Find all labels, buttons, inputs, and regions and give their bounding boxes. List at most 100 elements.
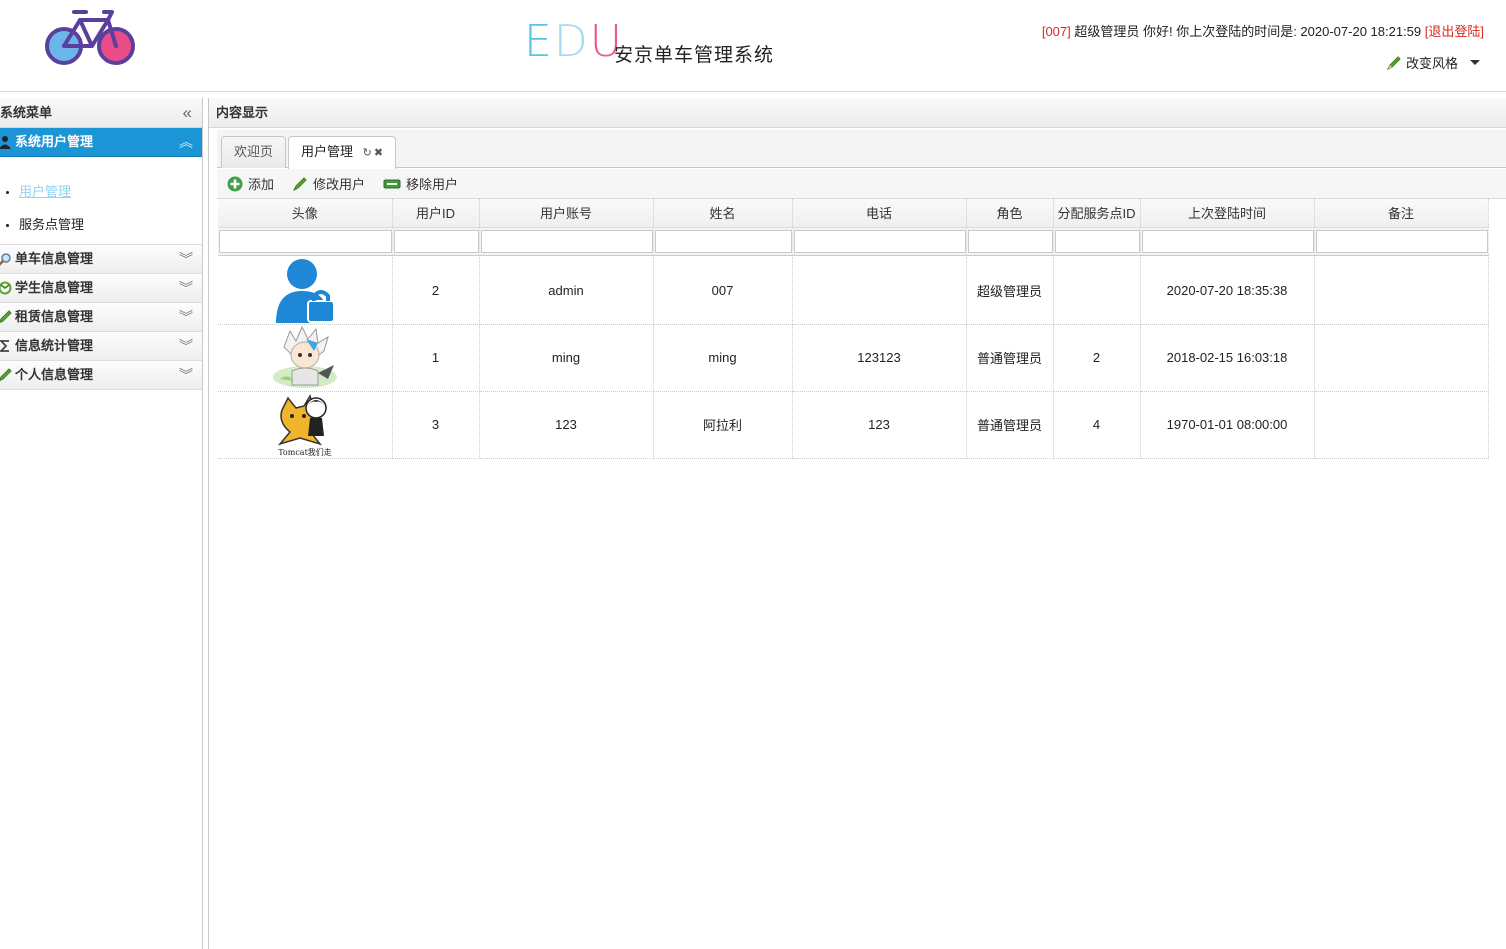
sidebar-group-statistics[interactable]: 信息统计管理 ︾ bbox=[0, 332, 202, 361]
column-header[interactable]: 角色 bbox=[966, 199, 1054, 228]
filter-input[interactable] bbox=[480, 229, 653, 253]
user-grid: 头像 用户ID 用户账号 姓名 电话 角色 分配服务点ID 上次登陆时间 备注 bbox=[218, 199, 1506, 459]
sidebar-item-user-management[interactable]: 用户管理 bbox=[19, 175, 202, 208]
user-id-cell: 2 bbox=[392, 257, 480, 325]
filter-input[interactable] bbox=[967, 229, 1053, 253]
filter-input[interactable] bbox=[1315, 229, 1488, 253]
phone-cell: 123 bbox=[792, 391, 967, 459]
name-cell: ming bbox=[653, 324, 793, 392]
column-header[interactable]: 用户ID bbox=[392, 199, 480, 228]
filter-input[interactable] bbox=[793, 229, 966, 253]
edit-user-button[interactable]: 修改用户 bbox=[292, 174, 365, 193]
sidebar-group-label: 租赁信息管理 bbox=[15, 309, 94, 324]
chevron-down-icon: ︾ bbox=[179, 280, 193, 296]
filter-input[interactable] bbox=[654, 229, 792, 253]
sidebar-group-system-users[interactable]: 系统用户管理 ︽ bbox=[0, 128, 202, 157]
filter-row bbox=[218, 227, 1489, 256]
brand-letter: D bbox=[553, 16, 590, 67]
logout-link[interactable]: [退出登陆] bbox=[1425, 24, 1484, 39]
double-chevron-left-icon[interactable]: « bbox=[183, 98, 192, 127]
table-row[interactable]: Tomcat我们走 3 123 阿拉利 123 普通管理员 4 1970-01-… bbox=[218, 391, 1489, 459]
tab-welcome[interactable]: 欢迎页 bbox=[221, 136, 287, 168]
station-cell: 4 bbox=[1053, 391, 1141, 459]
remove-user-label: 移除用户 bbox=[406, 177, 459, 192]
content-panel: 内容显示 欢迎页 用户管理 ↻ ✖ 添加 修改用户 移除用户 头像 用户ID 用… bbox=[208, 98, 1506, 949]
note-cell bbox=[1314, 391, 1489, 459]
sidebar-group-personal-info[interactable]: 个人信息管理 ︾ bbox=[0, 361, 202, 390]
filter-input[interactable] bbox=[393, 229, 479, 253]
column-header[interactable]: 电话 bbox=[792, 199, 967, 228]
filter-input[interactable] bbox=[1141, 229, 1314, 253]
tab-user-management[interactable]: 用户管理 ↻ ✖ bbox=[288, 136, 397, 169]
pencil-icon bbox=[0, 368, 12, 382]
add-icon bbox=[227, 176, 243, 191]
brand-subtitle: 安京单车管理系统 bbox=[614, 44, 775, 66]
avatar-cell bbox=[218, 257, 393, 325]
column-header[interactable]: 上次登陆时间 bbox=[1140, 199, 1315, 228]
user-id-cell: 1 bbox=[392, 324, 480, 392]
change-theme-menu[interactable]: 改变风格 bbox=[1386, 53, 1480, 72]
sidebar-group-label: 单车信息管理 bbox=[15, 251, 94, 266]
tomcat-caption: Tomcat我们走 bbox=[278, 447, 332, 457]
user-info: [007] 超级管理员 你好! 你上次登陆的时间是: 2020-07-20 18… bbox=[1042, 21, 1484, 40]
table-row[interactable]: 2 admin 007 超级管理员 2020-07-20 18:35:38 bbox=[218, 257, 1489, 325]
bicycle-logo-icon bbox=[45, 10, 135, 65]
brand-letter: E bbox=[524, 16, 554, 67]
last-login-cell: 2018-02-15 16:03:18 bbox=[1140, 324, 1315, 392]
sidebar-group-label: 信息统计管理 bbox=[15, 338, 94, 353]
user-lock-avatar bbox=[275, 259, 335, 324]
remove-icon bbox=[383, 179, 401, 188]
sidebar: 系统菜单 « 系统用户管理 ︽ 用户管理 服务点管理 单车信息管理 ︾ 学生信息… bbox=[0, 98, 203, 949]
filter-input[interactable] bbox=[1054, 229, 1140, 253]
last-login-time: 2020-07-20 18:21:59 bbox=[1300, 24, 1422, 39]
account-cell: ming bbox=[479, 324, 654, 392]
user-icon bbox=[0, 136, 11, 149]
name-cell: 阿拉利 bbox=[653, 391, 793, 459]
table-row[interactable]: 1 ming ming 123123 普通管理员 2 2018-02-15 16… bbox=[218, 324, 1489, 392]
column-header[interactable]: 用户账号 bbox=[479, 199, 654, 228]
sidebar-item-service-points[interactable]: 服务点管理 bbox=[19, 208, 202, 241]
close-icon[interactable]: ✖ bbox=[374, 147, 383, 159]
sigma-icon bbox=[0, 340, 9, 352]
remove-user-button[interactable]: 移除用户 bbox=[383, 174, 458, 193]
content-title-text: 内容显示 bbox=[216, 105, 269, 120]
user-id-cell: 3 bbox=[392, 391, 480, 459]
search-icon bbox=[0, 253, 11, 266]
filter-input[interactable] bbox=[219, 229, 392, 253]
role-cell: 超级管理员 bbox=[966, 257, 1054, 325]
filter-cell bbox=[653, 227, 793, 256]
column-header[interactable]: 姓名 bbox=[653, 199, 793, 228]
pencil-icon bbox=[0, 310, 12, 324]
sidebar-title: 系统菜单 « bbox=[0, 98, 202, 128]
sidebar-group-label: 系统用户管理 bbox=[15, 134, 94, 149]
sidebar-group-bike-info[interactable]: 单车信息管理 ︾ bbox=[0, 245, 202, 274]
add-button[interactable]: 添加 bbox=[227, 174, 274, 193]
filter-cell bbox=[1140, 227, 1315, 256]
chevron-down-icon bbox=[1470, 60, 1480, 65]
content-title: 内容显示 bbox=[209, 98, 1506, 128]
refresh-icon[interactable]: ↻ bbox=[363, 147, 372, 159]
grid-toolbar: 添加 修改用户 移除用户 bbox=[217, 169, 1506, 199]
filter-cell bbox=[392, 227, 480, 256]
column-header[interactable]: 分配服务点ID bbox=[1053, 199, 1141, 228]
greeting: 超级管理员 你好! 你上次登陆的时间是: bbox=[1070, 24, 1301, 39]
station-cell bbox=[1053, 257, 1141, 325]
column-header[interactable]: 备注 bbox=[1314, 199, 1489, 228]
chevron-down-icon: ︾ bbox=[179, 309, 193, 325]
sidebar-group-label: 个人信息管理 bbox=[15, 367, 94, 382]
note-cell bbox=[1314, 257, 1489, 325]
sidebar-group-rental-info[interactable]: 租赁信息管理 ︾ bbox=[0, 303, 202, 332]
sidebar-group-student-info[interactable]: 学生信息管理 ︾ bbox=[0, 274, 202, 303]
chevron-down-icon: ︾ bbox=[179, 338, 193, 354]
role-cell: 普通管理员 bbox=[966, 391, 1054, 459]
tomcat-avatar: Tomcat我们走 bbox=[277, 393, 332, 457]
sidebar-title-text: 系统菜单 bbox=[0, 105, 53, 120]
pencil-icon bbox=[1386, 55, 1401, 70]
chevron-down-icon: ︾ bbox=[179, 367, 193, 383]
column-header[interactable]: 头像 bbox=[218, 199, 393, 228]
header: EDU 安京单车管理系统 [007] 超级管理员 你好! 你上次登陆的时间是: … bbox=[0, 0, 1506, 92]
brand-edu: EDU bbox=[524, 16, 624, 67]
anime-avatar bbox=[272, 325, 337, 388]
last-login-cell: 2020-07-20 18:35:38 bbox=[1140, 257, 1315, 325]
filter-cell bbox=[966, 227, 1054, 256]
